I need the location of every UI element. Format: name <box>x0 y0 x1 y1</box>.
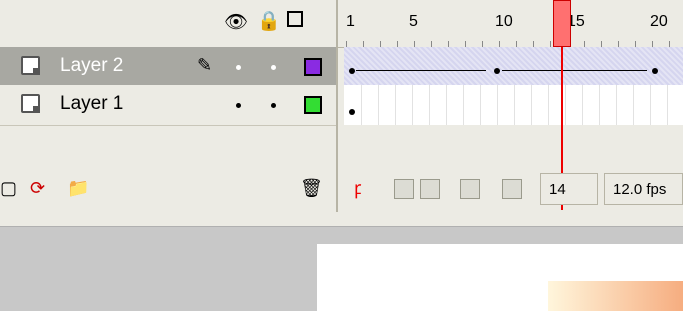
frames-layer-2[interactable] <box>344 47 683 87</box>
stage-edit-bar <box>0 212 683 227</box>
edit-multiple-frames-button[interactable] <box>460 179 480 199</box>
frame-cell-line <box>582 85 583 125</box>
frame-cell-line <box>429 85 430 125</box>
eye-icon[interactable]: 👁 <box>224 10 248 34</box>
frame-cell-line <box>599 85 600 125</box>
frame-cell-line <box>650 85 651 125</box>
visibility-dot[interactable] <box>236 103 241 108</box>
current-frame-field: 14 <box>540 173 598 205</box>
layer-row-layer-2[interactable]: Layer 2 ✎ <box>0 47 336 87</box>
frame-cell-line <box>667 85 668 125</box>
outline-color-square[interactable] <box>304 96 322 114</box>
add-motion-guide-icon[interactable]: ⟳ <box>30 178 45 199</box>
tween-arrow <box>502 70 647 71</box>
layer-icon <box>21 94 40 113</box>
frame-cell-line <box>514 85 515 125</box>
frame-cell-line <box>531 85 532 125</box>
layer-toolbar: ▢ ⟳ 📁 🗑 <box>0 168 336 210</box>
frame-cell-line <box>548 85 549 125</box>
layer-row-layer-1[interactable]: Layer 1 <box>0 85 336 125</box>
layer-icon <box>21 56 40 75</box>
center-frame-icon[interactable]: ꝼ <box>354 176 361 200</box>
frame-cell-line <box>395 85 396 125</box>
frame-cell-line <box>378 85 379 125</box>
ruler-label: 1 <box>346 13 355 30</box>
onion-skin-button[interactable] <box>394 179 414 199</box>
layer-name: Layer 2 <box>60 55 124 76</box>
delete-layer-icon[interactable]: 🗑 <box>300 178 323 199</box>
row-separator <box>0 125 336 126</box>
frame-cell-line <box>361 85 362 125</box>
gradient-shape[interactable] <box>548 281 683 311</box>
timeline-toolbar: ꝼ 14 12.0 fps <box>338 168 683 210</box>
playhead[interactable] <box>553 0 571 47</box>
lock-dot[interactable] <box>271 65 276 70</box>
keyframe[interactable] <box>494 68 500 74</box>
insert-folder-icon[interactable]: 📁 <box>67 178 89 199</box>
modify-onion-markers-button[interactable] <box>502 179 522 199</box>
outline-square-icon[interactable] <box>287 11 303 27</box>
frame-ruler[interactable]: 1 5 10 15 20 <box>338 0 683 48</box>
keyframe[interactable] <box>349 109 355 115</box>
frames-layer-1[interactable] <box>344 85 683 125</box>
layer-name: Layer 1 <box>60 93 124 114</box>
ruler-label: 10 <box>495 13 513 30</box>
lock-icon[interactable]: 🔒 <box>257 9 281 33</box>
lock-dot[interactable] <box>271 103 276 108</box>
keyframe[interactable] <box>349 68 355 74</box>
frame-cell-line <box>480 85 481 125</box>
frame-cell-line <box>565 85 566 125</box>
onion-skin-outlines-button[interactable] <box>420 179 440 199</box>
keyframe[interactable] <box>652 68 658 74</box>
frame-cell-line <box>446 85 447 125</box>
frame-cell-line <box>412 85 413 125</box>
frame-cell-line <box>633 85 634 125</box>
frame-rate-field[interactable]: 12.0 fps <box>604 173 683 205</box>
ruler-label: 5 <box>409 13 418 30</box>
outline-color-square[interactable] <box>304 58 322 76</box>
frame-cell-line <box>497 85 498 125</box>
frame-cell-line <box>463 85 464 125</box>
tween-arrow <box>356 70 486 71</box>
visibility-dot[interactable] <box>236 65 241 70</box>
insert-layer-icon[interactable]: ▢ <box>0 178 17 199</box>
pencil-icon: ✎ <box>197 55 213 75</box>
ruler-label: 20 <box>650 13 668 30</box>
frame-cell-line <box>616 85 617 125</box>
